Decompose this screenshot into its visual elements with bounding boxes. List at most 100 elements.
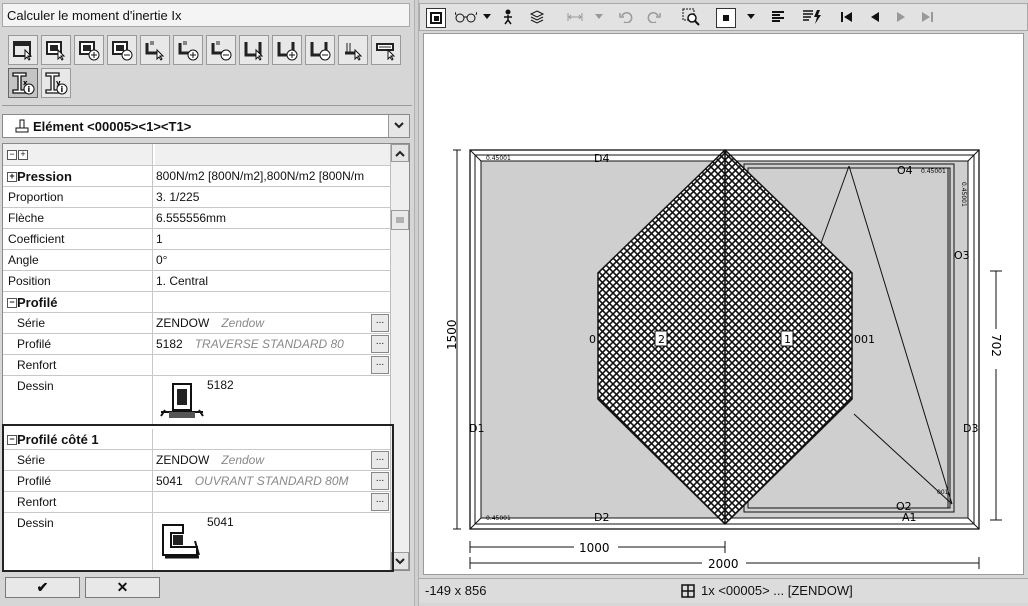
select-profile-icon[interactable]	[41, 35, 71, 65]
remove-sash-icon[interactable]	[206, 35, 236, 65]
property-row-position[interactable]: Position 1. Central	[3, 271, 390, 292]
status-bar: -149 x 856 1x <00005> ... [ZENDOW]	[419, 578, 1028, 603]
profile-drawing-icon	[160, 383, 204, 418]
property-row-renfort[interactable]: Renfort ...	[3, 355, 390, 376]
first-page-icon[interactable]	[840, 8, 854, 26]
label-d3: D3	[963, 422, 978, 435]
property-grid-scrollbar[interactable]	[390, 144, 409, 570]
collapse-icon[interactable]: −	[7, 435, 17, 445]
select-mullion-icon[interactable]	[338, 35, 368, 65]
element-icon	[15, 119, 29, 136]
remove-profile-icon[interactable]	[107, 35, 137, 65]
previous-page-icon[interactable]	[868, 8, 882, 26]
pression-value: 800N/m2 [800N/m2],800N/m2 [800N/m	[156, 169, 365, 183]
chevron-down-icon[interactable]	[388, 115, 409, 137]
add-profile-icon[interactable]	[74, 35, 104, 65]
tag-top-right: 0.45001	[921, 168, 946, 175]
cursor-coordinates: -149 x 856	[425, 583, 487, 598]
label-o4: O4	[897, 164, 913, 177]
svg-text:i: i	[28, 85, 31, 94]
person-icon[interactable]	[500, 8, 516, 26]
collapse-icon[interactable]: −	[7, 298, 17, 308]
zoom-window-icon[interactable]	[682, 8, 700, 26]
window-title: Calculer le moment d'inertie Ix	[2, 3, 410, 27]
expand-all-icon[interactable]: +	[18, 150, 28, 160]
scroll-up-icon[interactable]	[391, 144, 409, 162]
property-row-fleche[interactable]: Flèche 6.555556mm	[3, 208, 390, 229]
inertia-ix-info-icon[interactable]: xi	[8, 68, 38, 98]
select-frame-icon[interactable]	[239, 35, 269, 65]
expand-icon[interactable]: +	[7, 172, 17, 182]
drawing-canvas[interactable]: D4 D2 D1 D3 O4 O3 O2 A1 0 001 2 1 0.4500…	[423, 33, 1024, 575]
label-mark-1: 1	[784, 333, 791, 346]
chevron-down-icon[interactable]	[746, 8, 756, 26]
property-row-profile-side1[interactable]: Profilé 5041 OUVRANT STANDARD 80M...	[3, 471, 390, 492]
proportion-value: 3. 1/225	[156, 190, 200, 204]
property-row-profile[interactable]: Profilé 5182 TRAVERSE STANDARD 80...	[3, 334, 390, 355]
frame-view-icon[interactable]	[426, 8, 446, 28]
browse-serie-button[interactable]: ...	[371, 314, 389, 332]
chevron-down-icon[interactable]	[594, 8, 604, 26]
list-lightning-icon[interactable]	[802, 8, 822, 26]
scroll-down-icon[interactable]	[391, 552, 409, 570]
right-height-dimension-text: 702	[989, 334, 1003, 357]
undo-icon[interactable]	[618, 8, 634, 26]
layers-icon[interactable]	[528, 8, 546, 26]
coefficient-value: 1	[156, 232, 163, 246]
browse-profile-button[interactable]: ...	[371, 335, 389, 353]
browse-renfort-side1-button[interactable]: ...	[371, 493, 389, 511]
label-d1: D1	[469, 422, 484, 435]
remove-frame-icon[interactable]	[305, 35, 335, 65]
group-row-profile-side1[interactable]: − Profilé côté 1	[3, 429, 390, 450]
glasses-view-icon[interactable]	[454, 8, 478, 26]
property-row-serie[interactable]: Série ZENDOW Zendow...	[3, 313, 390, 334]
group-row-profile[interactable]: − Profilé	[3, 292, 390, 313]
property-row-dessin: Dessin 5182	[3, 376, 390, 425]
tag-bottom-right: 001	[937, 489, 949, 496]
property-row-coefficient[interactable]: Coefficient 1	[3, 229, 390, 250]
browse-profile-side1-button[interactable]: ...	[371, 472, 389, 490]
zoom-fit-icon[interactable]	[716, 8, 736, 28]
grid-header: − +	[3, 144, 390, 166]
chevron-down-icon[interactable]	[482, 8, 492, 26]
half-width-dimension-text: 1000	[579, 541, 610, 555]
property-row-serie-side1[interactable]: Série ZENDOW Zendow...	[3, 450, 390, 471]
element-selector[interactable]: Elément <00005><1><T1>	[2, 114, 410, 138]
next-page-icon[interactable]	[894, 8, 908, 26]
width-dimension-text: 2000	[708, 557, 739, 571]
collapse-all-icon[interactable]: −	[7, 150, 17, 160]
select-element-icon[interactable]	[8, 35, 38, 65]
align-left-icon[interactable]	[770, 8, 786, 26]
browse-renfort-button[interactable]: ...	[371, 356, 389, 374]
scroll-thumb[interactable]	[391, 210, 409, 230]
property-row-renfort-side1[interactable]: Renfort ...	[3, 492, 390, 513]
label-001: 001	[854, 333, 875, 346]
drawing-pane: D4 D2 D1 D3 O4 O3 O2 A1 0 001 2 1 0.4500…	[419, 0, 1028, 606]
label-zero: 0	[589, 333, 596, 346]
property-row-pression[interactable]: + Pression 800N/m2 [800N/m2],800N/m2 [800…	[3, 166, 390, 187]
label-d4: D4	[594, 152, 609, 165]
add-frame-icon[interactable]	[272, 35, 302, 65]
property-row-proportion[interactable]: Proportion 3. 1/225	[3, 187, 390, 208]
profile-drawing-side1-icon	[162, 524, 200, 559]
measure-icon[interactable]	[566, 8, 584, 26]
ok-button[interactable]: ✔	[5, 577, 80, 598]
add-sash-icon[interactable]	[173, 35, 203, 65]
inertia-iy-info-icon[interactable]: yi	[41, 68, 71, 98]
last-page-icon[interactable]	[920, 8, 934, 26]
grid-icon	[681, 583, 695, 598]
property-row-angle[interactable]: Angle 0°	[3, 250, 390, 271]
angle-value: 0°	[156, 253, 168, 267]
tag-top-left: 0.45001	[486, 155, 511, 162]
tag-bottom-left: 0.45001	[486, 515, 511, 522]
tag-right: 0.45001	[960, 182, 967, 207]
select-transom-icon[interactable]	[371, 35, 401, 65]
cancel-button[interactable]: ✕	[85, 577, 160, 598]
label-a1: A1	[902, 511, 917, 524]
property-row-dessin-side1: Dessin 5041	[3, 513, 390, 570]
browse-serie-side1-button[interactable]: ...	[371, 451, 389, 469]
label-mark-2: 2	[658, 333, 665, 346]
property-grid: − + + Pression 800N/m2 [800N/m2],800N/m2 …	[2, 143, 410, 571]
redo-icon[interactable]	[646, 8, 662, 26]
select-sash-icon[interactable]	[140, 35, 170, 65]
